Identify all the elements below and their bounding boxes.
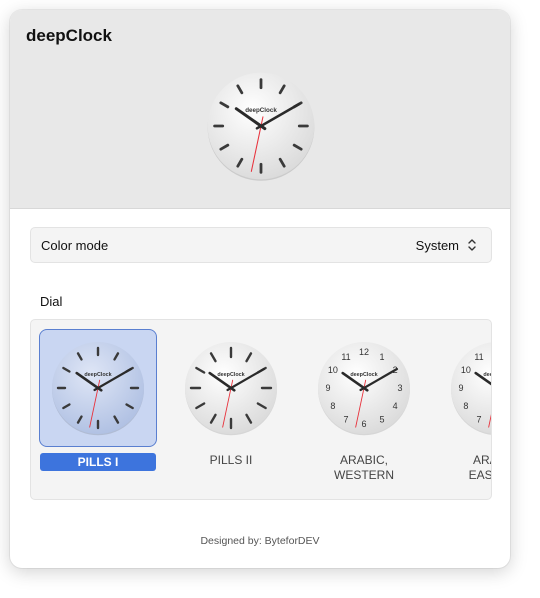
dial-option-label: PILLS II — [209, 453, 253, 467]
hour-numeral: 3 — [397, 383, 402, 393]
dial-thumbnail: deepClock — [172, 329, 290, 447]
dial-thumbnail: deepClock — [39, 329, 157, 447]
hour-numeral: 5 — [379, 414, 384, 424]
dial-option-label: ARABIC, WESTERN — [334, 453, 394, 482]
hour-numeral: 8 — [463, 401, 468, 411]
color-mode-select[interactable]: System — [416, 234, 477, 256]
center-cap — [96, 386, 100, 390]
hour-numeral: 7 — [343, 414, 348, 424]
brand-label: deepClock — [84, 372, 111, 378]
clock-face-icon: deepClock — [52, 342, 144, 436]
clock-dial — [451, 342, 491, 434]
hour-numeral: 7 — [476, 414, 481, 424]
color-mode-value: System — [415, 237, 459, 253]
clock-face-icon: deepClock — [207, 72, 315, 181]
settings-window: deepClock deepClock Color mode System Di… — [10, 10, 510, 568]
hour-numeral: 10 — [328, 365, 338, 375]
hour-numeral: 6 — [361, 419, 366, 429]
clock-face-icon: 121234567891011deepClock — [318, 342, 410, 436]
dial-option-label: ARABIC, EASTERN — [468, 453, 492, 482]
preview-clock: deepClock — [203, 68, 319, 184]
hour-numeral: 12 — [359, 347, 369, 357]
dial-option-arabic-eastern[interactable]: 121234567891011deepClock ARABIC, EASTERN — [438, 320, 492, 499]
center-cap — [259, 124, 263, 128]
dial-option-arabic-western[interactable]: 121234567891011deepClock ARABIC, WESTERN — [305, 320, 423, 499]
hour-numeral: 9 — [325, 383, 330, 393]
hour-numeral: 8 — [330, 401, 335, 411]
dial-section-title: Dial — [40, 294, 63, 309]
color-mode-row: Color mode System — [30, 227, 492, 263]
brand-label: deepClock — [245, 107, 277, 114]
hour-numeral: 4 — [393, 401, 398, 411]
center-cap — [362, 386, 366, 390]
app-title: deepClock — [26, 26, 112, 45]
clock-face-icon: deepClock — [185, 342, 277, 436]
brand-label: deepClock — [483, 372, 492, 378]
footer-credit: Designed by: ByteforDEV — [200, 535, 320, 547]
dial-option-pills-i[interactable]: deepClock PILLS I — [39, 320, 157, 499]
dial-picker: deepClock PILLS I deepClock PILLS II 12 1… — [30, 319, 492, 500]
hour-numeral: 10 — [461, 365, 471, 375]
hour-numeral: 9 — [458, 383, 463, 393]
brand-label: deepClock — [217, 372, 244, 378]
preview-header: deepClock deepClock — [10, 10, 510, 209]
center-cap — [229, 386, 233, 390]
dial-option-pills-ii[interactable]: deepClock PILLS II — [172, 320, 290, 499]
hour-numeral: 1 — [379, 352, 384, 362]
color-mode-label: Color mode — [41, 238, 109, 253]
hour-numeral: 11 — [474, 352, 483, 362]
clock-face-icon: 121234567891011deepClock — [451, 342, 492, 435]
dial-thumbnail: 121234567891011deepClock — [438, 329, 492, 447]
brand-label: deepClock — [350, 372, 377, 378]
hour-numeral: 11 — [341, 352, 350, 362]
chevron-up-down-icon — [468, 239, 476, 251]
dial-thumbnail: 121234567891011deepClock — [305, 329, 423, 447]
dial-option-label: PILLS I — [40, 453, 156, 471]
